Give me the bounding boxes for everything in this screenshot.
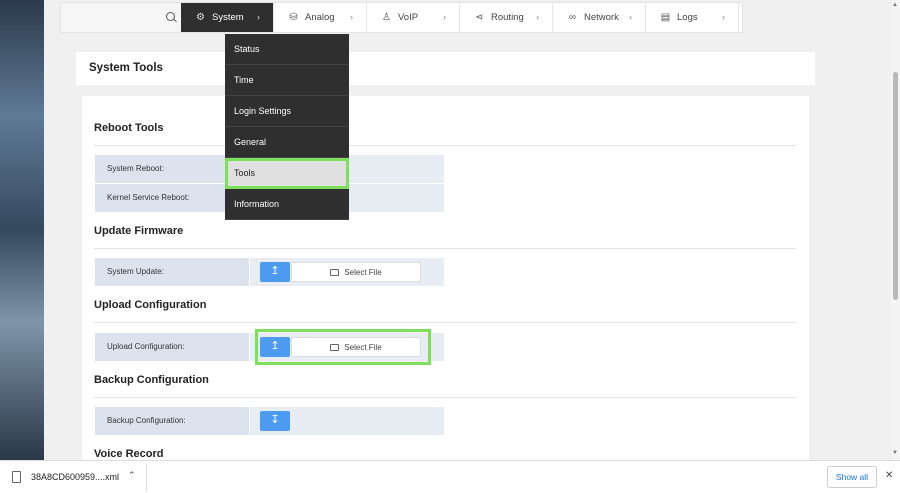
book-icon: ▤ xyxy=(660,12,671,23)
nav-item-system[interactable]: ⚙ System › xyxy=(181,3,274,32)
nav-label: Logs xyxy=(677,12,698,23)
user-icon: ♙ xyxy=(382,12,391,23)
nav-label: Routing xyxy=(491,12,524,23)
show-all-button[interactable]: Show all xyxy=(827,466,877,488)
nav-item-logs[interactable]: ▤ Logs › xyxy=(646,3,739,32)
row-backup-config: Backup Configuration: ↧ xyxy=(95,407,444,435)
nav-search[interactable] xyxy=(61,3,181,32)
upload-firmware-button[interactable]: ↥ xyxy=(260,262,290,282)
download-backup-button[interactable]: ↧ xyxy=(260,411,290,431)
row-value: ↧ xyxy=(250,407,444,435)
divider xyxy=(94,145,796,146)
search-icon[interactable] xyxy=(166,12,175,21)
row-value: ↥ Select File xyxy=(250,258,444,286)
download-bar: 38A8CD600959....xml ⌃ Show all ✕ xyxy=(0,460,900,493)
chevron-right-icon: › xyxy=(350,12,353,22)
nav-item-network[interactable]: ∞ Network › xyxy=(553,3,646,32)
nav-item-routing[interactable]: ⋖ Routing › xyxy=(460,3,553,32)
system-dropdown-menu: Status Time Login Settings General Tools… xyxy=(225,34,349,220)
gear-icon: ⚙ xyxy=(196,12,205,23)
database-icon: ⛁ xyxy=(289,12,298,23)
nav-item-analog[interactable]: ⛁ Analog › xyxy=(274,3,367,32)
section-title-upload-config: Upload Configuration xyxy=(94,299,207,311)
section-title-voice-record: Voice Record xyxy=(94,448,164,460)
divider xyxy=(94,248,796,249)
section-title-reboot: Reboot Tools xyxy=(94,122,164,134)
share-icon: ⋖ xyxy=(475,12,484,23)
nav-item-voip[interactable]: ♙ VoIP › xyxy=(367,3,460,32)
chevron-right-icon: › xyxy=(257,12,260,22)
menu-item-login-settings[interactable]: Login Settings xyxy=(225,96,349,127)
row-label: Upload Configuration: xyxy=(95,333,249,361)
select-file-label: Select File xyxy=(344,267,382,277)
scrollbar-thumb[interactable] xyxy=(893,72,898,300)
nav-label: VoIP xyxy=(398,12,419,23)
nav-label: Analog xyxy=(305,12,335,23)
highlight-box xyxy=(255,329,431,365)
row-label: System Update: xyxy=(95,258,249,286)
menu-item-time[interactable]: Time xyxy=(225,65,349,96)
menu-item-status[interactable]: Status xyxy=(225,34,349,65)
row-system-update: System Update: ↥ Select File xyxy=(95,258,444,286)
background-left xyxy=(0,0,44,460)
chevron-up-icon[interactable]: ⌃ xyxy=(128,470,136,481)
divider xyxy=(94,397,796,398)
section-title-backup-config: Backup Configuration xyxy=(94,374,209,386)
menu-item-information[interactable]: Information xyxy=(225,189,349,220)
nav-label: Network xyxy=(584,12,619,23)
menu-item-tools[interactable]: Tools xyxy=(225,158,349,189)
chevron-right-icon: › xyxy=(722,12,725,22)
menu-item-general[interactable]: General xyxy=(225,127,349,158)
file-icon xyxy=(12,471,21,483)
chevron-right-icon: › xyxy=(536,12,539,22)
chevron-right-icon: › xyxy=(443,12,446,22)
divider xyxy=(146,465,147,491)
divider xyxy=(94,322,796,323)
select-firmware-file[interactable]: Select File xyxy=(291,262,421,282)
link-icon: ∞ xyxy=(568,12,577,23)
chevron-right-icon: › xyxy=(629,12,632,22)
row-label: Backup Configuration: xyxy=(95,407,249,435)
system-tools-card: Reboot Tools System Reboot: Kernel Servi… xyxy=(82,96,809,476)
page-title: System Tools xyxy=(76,52,815,85)
section-title-firmware: Update Firmware xyxy=(94,225,184,237)
download-file-name[interactable]: 38A8CD600959....xml xyxy=(31,472,119,482)
close-icon[interactable]: ✕ xyxy=(885,470,893,481)
page-scrollbar[interactable]: ▲ ▼ xyxy=(891,0,900,460)
folder-icon xyxy=(330,268,340,276)
scroll-down-icon[interactable]: ▼ xyxy=(892,450,898,456)
scroll-up-icon[interactable]: ▲ xyxy=(892,2,898,8)
nav-label: System xyxy=(212,12,244,23)
top-navigation: ⚙ System › ⛁ Analog › ♙ VoIP › ⋖ Routing… xyxy=(60,2,743,33)
